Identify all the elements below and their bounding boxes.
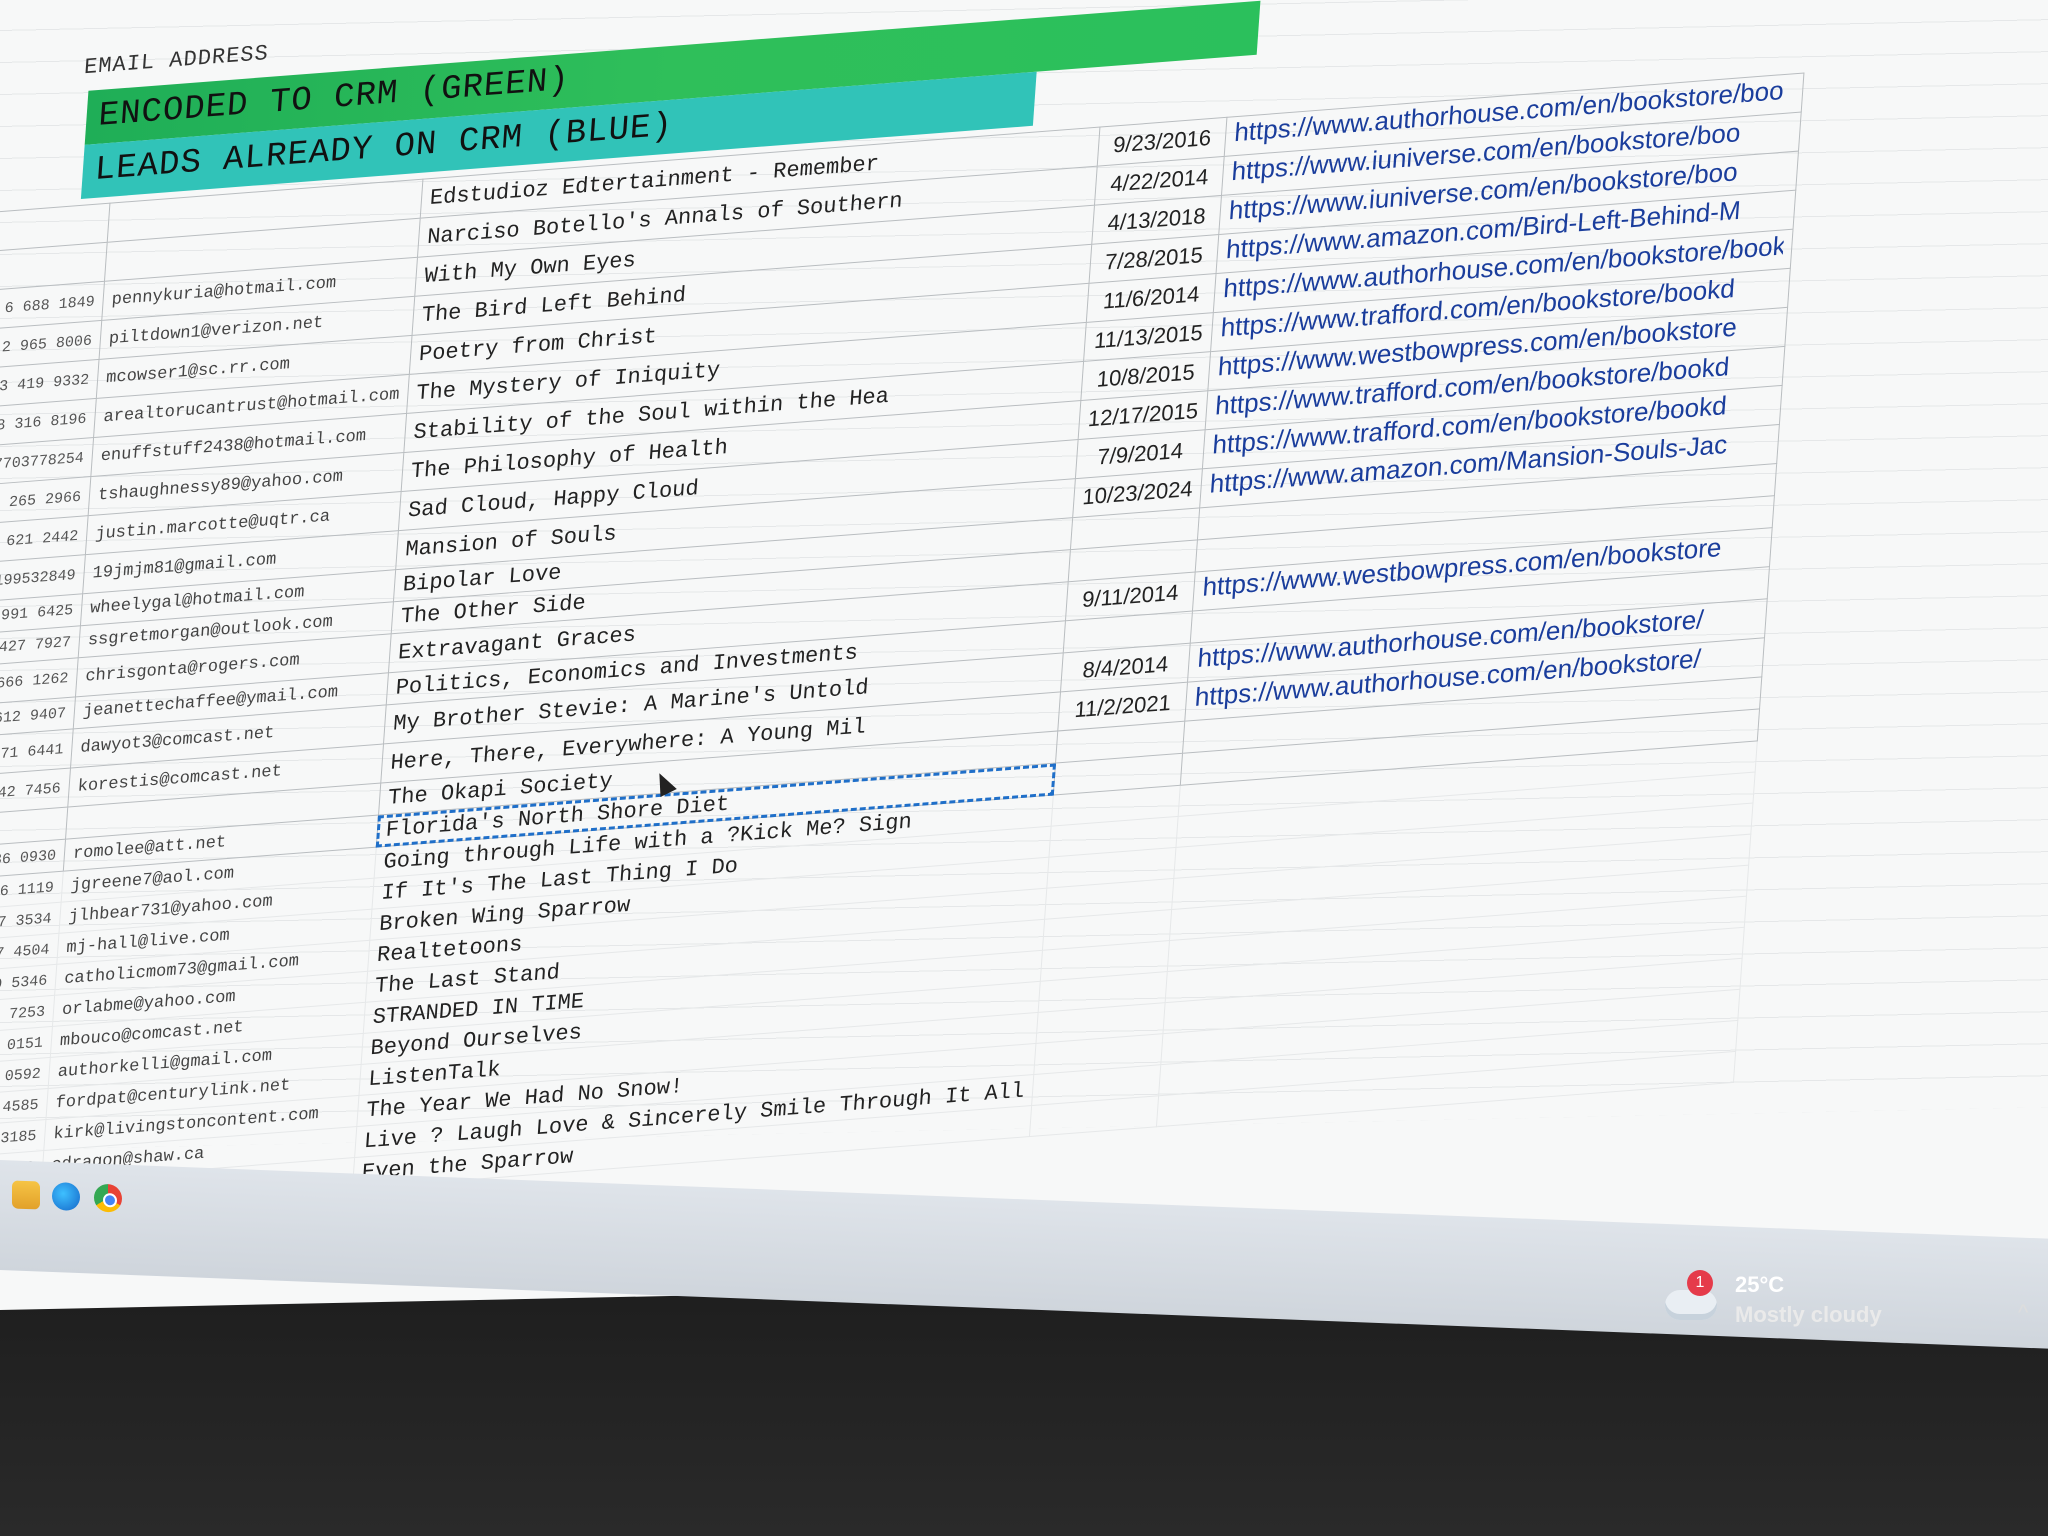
weather-widget[interactable]: 1 25°C Mostly cloudy — [1665, 1270, 1925, 1340]
monitor: EMAIL ADDRESS ENCODED TO CRM (GREEN) LEA… — [0, 0, 2048, 1536]
notification-badge: 1 — [1687, 1270, 1713, 1296]
tray-chevron-icon[interactable]: ^ — [2018, 1300, 2028, 1326]
cloud-icon — [1665, 1290, 1717, 1320]
screen: EMAIL ADDRESS ENCODED TO CRM (GREEN) LEA… — [0, 0, 2048, 1311]
edge-icon[interactable] — [52, 1181, 80, 1212]
file-explorer-icon[interactable] — [12, 1180, 40, 1210]
data-table: Edstudioz Edtertainment - Remember 9/23/2… — [0, 72, 1805, 1223]
weather-temperature: 25°C — [1735, 1272, 1785, 1297]
weather-condition: Mostly cloudy — [1735, 1302, 1882, 1327]
chrome-icon[interactable] — [94, 1183, 122, 1213]
